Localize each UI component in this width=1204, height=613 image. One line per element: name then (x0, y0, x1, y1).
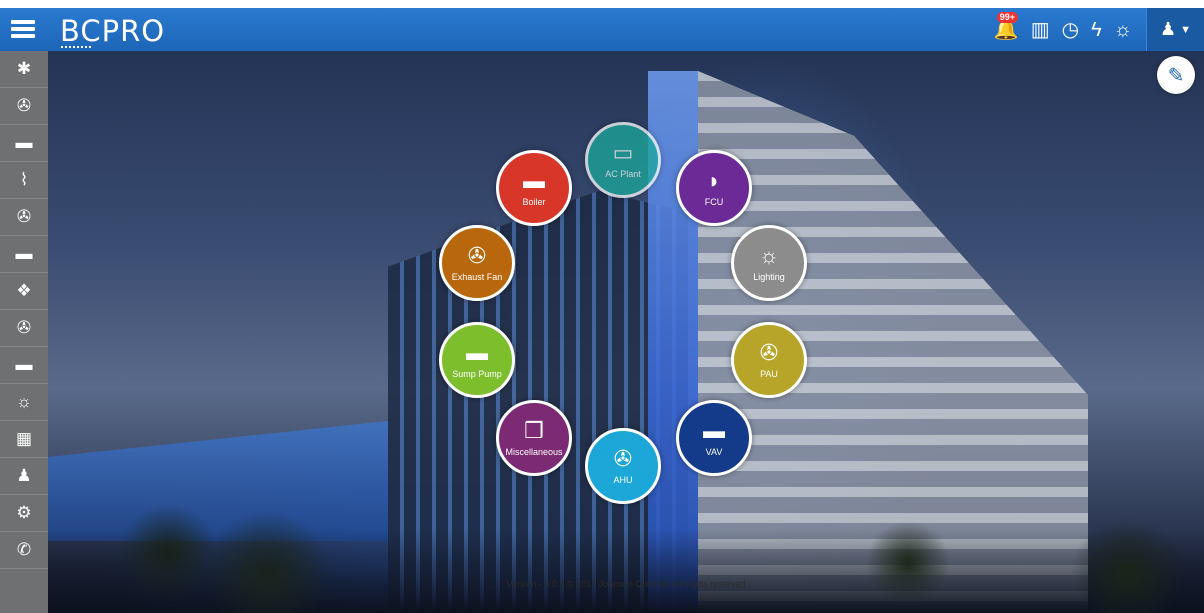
equipment-label: Sump Pump (452, 368, 502, 379)
equipment-fcu[interactable]: ◗ FCU (676, 150, 752, 226)
header-icons: 🔔 99+ ▥ ◷ ϟ ☼ ♟ ▼ (988, 8, 1204, 51)
ac-plant-icon[interactable]: ❖ (0, 273, 48, 310)
weather-icon[interactable]: ☼ (1114, 20, 1132, 40)
phone-icon[interactable]: ✆ (0, 532, 48, 569)
equipment-sump-pump[interactable]: ▬ Sump Pump (439, 322, 515, 398)
caret-down-icon: ▼ (1180, 23, 1192, 36)
chart-icon[interactable]: ▥ (1031, 20, 1050, 40)
user-icon[interactable]: ♟ (0, 458, 48, 495)
lightbulb-icon[interactable]: ☼ (0, 384, 48, 421)
equipment-icon: ✇ (613, 445, 633, 471)
equipment-icon: ▬ (523, 167, 545, 193)
fan-icon[interactable]: ✇ (0, 199, 48, 236)
equipment-icon: ▬ (466, 339, 488, 365)
hamburger-menu-icon[interactable] (10, 16, 36, 42)
equipment-label: AHU (613, 474, 633, 485)
sidebar: ✱ ✇ ▬ ⌇ ✇ ▬ ❖ ✇ ▬ ☼ ▦ ♟ ⚙ ✆ (0, 51, 48, 613)
fan-icon[interactable]: ✇ (0, 88, 48, 125)
version-footer: Version - 3.0.4 © 2017 Johnson Controls.… (506, 579, 746, 589)
top-navbar: BCPRO 🔔 99+ ▥ ◷ ϟ ☼ ♟ ▼ (0, 0, 1204, 51)
equipment-icon: ◗ (707, 167, 721, 193)
user-icon: ♟ (1159, 19, 1177, 39)
edit-pencil-icon[interactable]: ✎ (1157, 56, 1195, 94)
pipe-icon[interactable]: ⌇ (0, 162, 48, 199)
equipment-label: PAU (760, 368, 778, 379)
equipment-icon: ☼ (758, 242, 780, 268)
equipment-label: VAV (705, 446, 723, 457)
user-menu[interactable]: ♟ ▼ (1146, 8, 1204, 51)
vav-icon[interactable]: ▬ (0, 125, 48, 162)
lightning-icon[interactable]: ϟ (1091, 20, 1102, 40)
equipment-label: Boiler (522, 196, 546, 207)
equipment-icon: ❒ (524, 417, 544, 443)
equipment-icon: ✇ (467, 242, 487, 268)
sump-icon[interactable]: ▬ (0, 347, 48, 384)
equipment-icon: ▬ (703, 417, 725, 443)
equipment-ahu[interactable]: ✇ AHU (585, 428, 661, 504)
equipment-label: Exhaust Fan (451, 271, 503, 282)
equipment-lighting[interactable]: ☼ Lighting (731, 225, 807, 301)
equipment-vav[interactable]: ▬ VAV (676, 400, 752, 476)
equipment-exhaust-fan[interactable]: ✇ Exhaust Fan (439, 225, 515, 301)
equipment-label: Miscellaneous (505, 446, 563, 457)
equipment-pau[interactable]: ✇ PAU (731, 322, 807, 398)
equipment-icon: ✇ (759, 339, 779, 365)
boiler-icon[interactable]: ▬ (0, 236, 48, 273)
settings-icon[interactable]: ✱ (0, 51, 48, 88)
equipment-icon: ▭ (612, 139, 634, 165)
gears-icon[interactable]: ⚙ (0, 495, 48, 532)
notification-badge: 99+ (996, 11, 1019, 23)
equipment-ac-plant[interactable]: ▭ AC Plant (585, 122, 661, 198)
equipment-label: Lighting (753, 271, 785, 282)
clock-icon[interactable]: ◷ (1062, 20, 1079, 40)
logo-underline (61, 46, 91, 48)
bell-icon[interactable]: 🔔 99+ (994, 11, 1019, 40)
fan-icon[interactable]: ✇ (0, 310, 48, 347)
app-logo[interactable]: BCPRO (60, 14, 165, 48)
equipment-miscellaneous[interactable]: ❒ Miscellaneous (496, 400, 572, 476)
equipment-label: AC Plant (605, 168, 641, 179)
building-icon[interactable]: ▦ (0, 421, 48, 458)
equipment-label: FCU (704, 196, 724, 207)
equipment-boiler[interactable]: ▬ Boiler (496, 150, 572, 226)
